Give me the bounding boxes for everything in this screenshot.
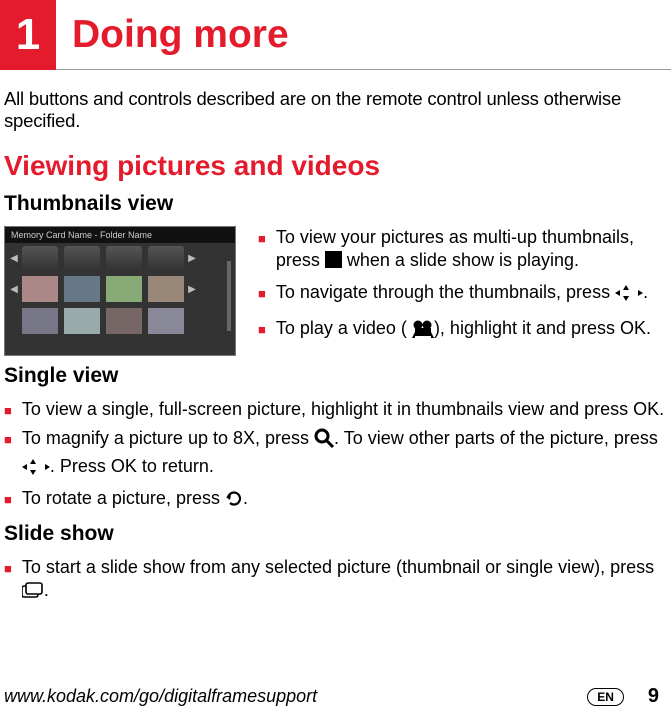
bullet-icon: ■ xyxy=(4,432,12,449)
nav-arrows-icon xyxy=(615,284,643,307)
photo-thumb xyxy=(22,276,58,302)
section-heading: Viewing pictures and videos xyxy=(4,150,667,182)
left-arrow-icon: ◀ xyxy=(9,284,19,295)
slide-show-heading: Slide show xyxy=(4,522,667,546)
photo-thumb xyxy=(22,308,58,334)
photo-thumb xyxy=(106,276,142,302)
list-item: ■ To magnify a picture up to 8X, press .… xyxy=(4,427,667,481)
right-arrow-icon: ▶ xyxy=(187,284,197,295)
bullet-icon: ■ xyxy=(258,231,266,247)
bullet-icon: ■ xyxy=(4,561,12,578)
thumbnails-bullets: ■ To view your pictures as multi-up thum… xyxy=(236,226,667,356)
folder-icon xyxy=(22,246,58,270)
stop-icon xyxy=(325,251,342,268)
magnify-icon xyxy=(314,428,334,454)
list-item: ■ To navigate through the thumbnails, pr… xyxy=(258,281,667,307)
photo-thumb xyxy=(148,276,184,302)
screenshot-titlebar: Memory Card Name - Folder Name xyxy=(5,227,235,243)
bullet-icon: ■ xyxy=(258,286,266,302)
thumbnails-heading: Thumbnails view xyxy=(4,192,667,216)
list-item: ■ To view your pictures as multi-up thum… xyxy=(258,226,667,271)
folder-icon xyxy=(64,246,100,270)
photo-thumb xyxy=(148,308,184,334)
chapter-header: 1 Doing more xyxy=(0,0,671,70)
list-item: ■ To view a single, full-screen picture,… xyxy=(4,398,667,421)
folder-icon xyxy=(148,246,184,270)
slide-show-bullets: ■ To start a slide show from any selecte… xyxy=(4,556,667,605)
single-view-heading: Single view xyxy=(4,364,667,388)
right-arrow-icon: ▶ xyxy=(187,253,197,264)
nav-arrows-icon xyxy=(22,458,50,481)
photo-thumb xyxy=(64,276,100,302)
single-view-bullets: ■ To view a single, full-screen picture,… xyxy=(4,398,667,514)
window-stack-icon xyxy=(22,581,44,604)
language-badge: EN xyxy=(587,688,624,706)
list-item: ■ To rotate a picture, press . xyxy=(4,487,667,513)
intro-text: All buttons and controls described are o… xyxy=(4,88,667,132)
left-arrow-icon: ◀ xyxy=(9,253,19,264)
thumbnails-screenshot: Memory Card Name - Folder Name ◀ ▶ ◀ ▶ ◀… xyxy=(4,226,236,356)
folder-icon xyxy=(106,246,142,270)
chapter-title: Doing more xyxy=(56,0,671,70)
page-footer: www.kodak.com/go/digitalframesupport EN … xyxy=(4,685,659,708)
video-icon xyxy=(412,320,434,344)
footer-url: www.kodak.com/go/digitalframesupport xyxy=(4,686,317,707)
rotate-icon xyxy=(225,489,243,513)
chapter-number: 1 xyxy=(0,0,56,70)
page-number: 9 xyxy=(648,685,659,708)
bullet-icon: ■ xyxy=(258,322,266,338)
bullet-icon: ■ xyxy=(4,403,12,420)
scrollbar xyxy=(227,261,231,331)
thumbnails-block: Memory Card Name - Folder Name ◀ ▶ ◀ ▶ ◀… xyxy=(4,226,667,356)
list-item: ■ To start a slide show from any selecte… xyxy=(4,556,667,605)
photo-thumb xyxy=(64,308,100,334)
bullet-icon: ■ xyxy=(4,492,12,509)
photo-thumb xyxy=(106,308,142,334)
list-item: ■ To play a video ( ), highlight it and … xyxy=(258,317,667,344)
